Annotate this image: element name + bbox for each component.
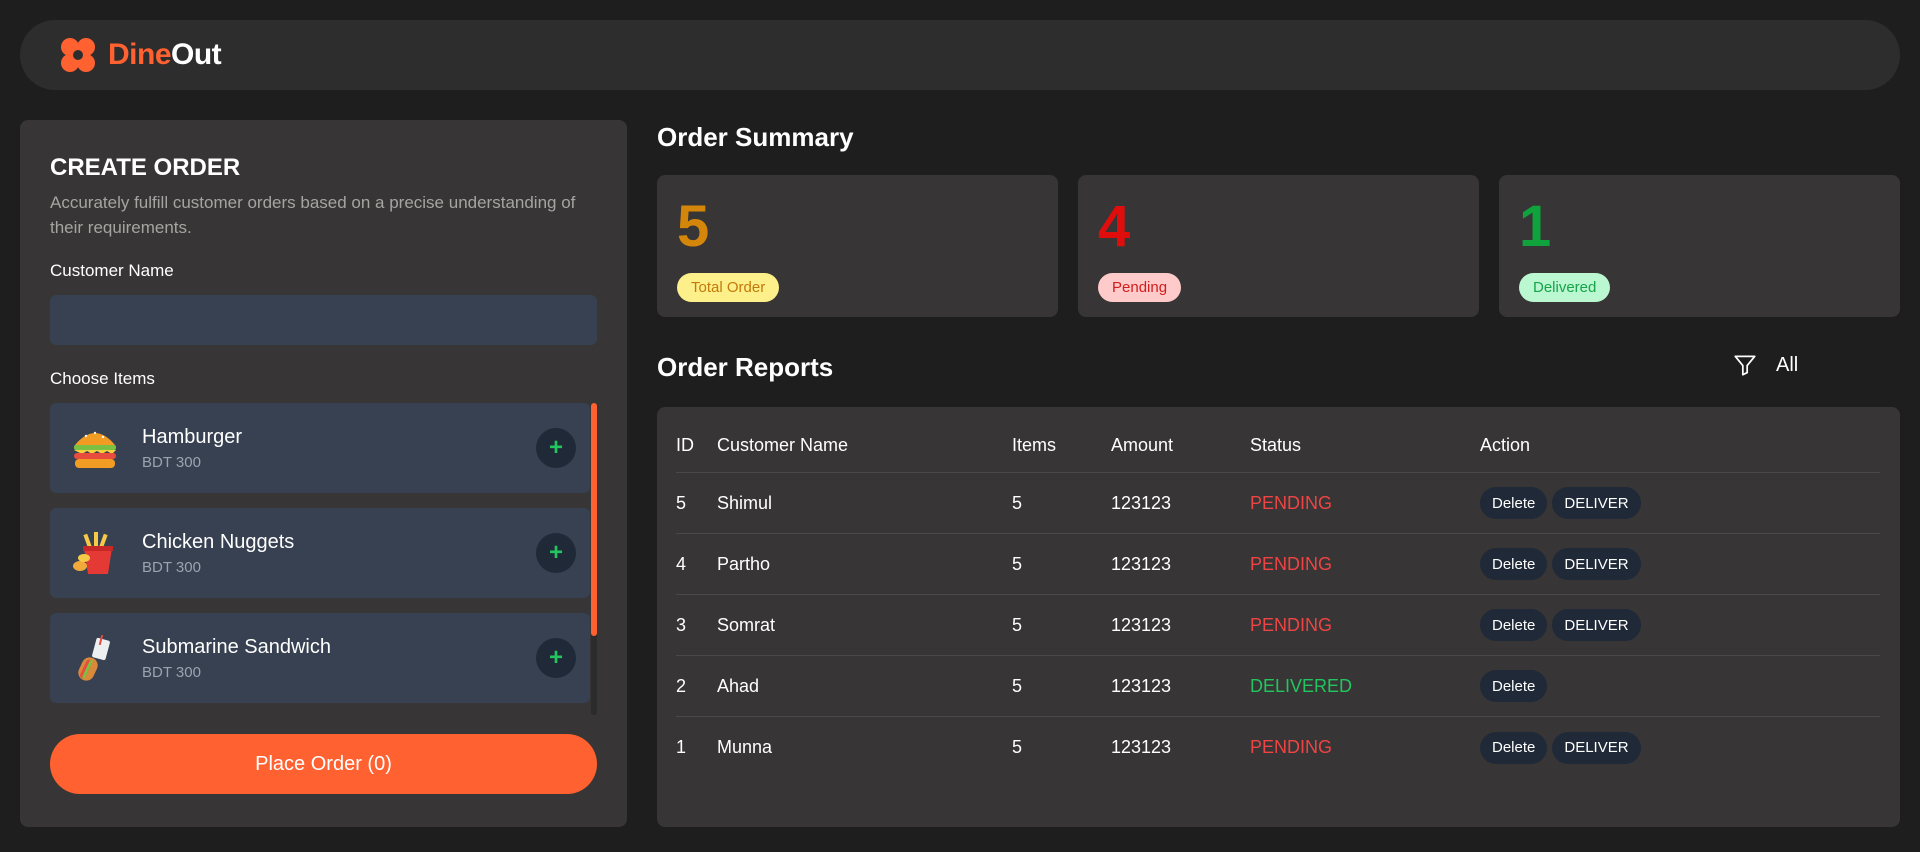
logo-text-out: Out — [171, 38, 222, 71]
total-order-count: 5 — [677, 194, 710, 259]
clover-logo-icon — [61, 38, 95, 72]
filter-icon — [1734, 355, 1756, 376]
create-order-panel: CREATE ORDER Accurately fulfill customer… — [20, 120, 627, 827]
column-header-customer-name: Customer Name — [717, 435, 849, 455]
column-header-items: Items — [1012, 435, 1057, 455]
create-order-title: CREATE ORDER — [50, 154, 241, 181]
menu-item: Hamburger BDT 300 + — [50, 403, 590, 493]
delivered-count: 1 — [1519, 194, 1552, 259]
order-status: PENDING — [1250, 737, 1333, 757]
item-count: 5 — [1012, 737, 1023, 757]
deliver-button[interactable]: DELIVER — [1552, 731, 1641, 764]
item-name: Hamburger — [142, 425, 243, 448]
delete-button[interactable]: Delete — [1480, 731, 1548, 764]
add-item-button[interactable]: + — [536, 428, 576, 468]
order-reports-table: ID Customer Name Items Amount Status Act… — [657, 407, 1900, 827]
logo[interactable]: DineOut — [58, 35, 222, 75]
top-navbar: DineOut — [20, 20, 1900, 90]
summary-card-total: 5 Total Order — [657, 175, 1058, 317]
add-item-button[interactable]: + — [536, 638, 576, 678]
customer-name: Partho — [717, 553, 771, 574]
logo-text-dine: Dine — [108, 38, 172, 71]
order-amount: 123123 — [1111, 492, 1172, 513]
total-order-badge: Total Order — [677, 273, 780, 302]
order-reports-title: Order Reports — [657, 352, 834, 382]
items-list[interactable]: Hamburger BDT 300 + Chicken Nuggets BDT … — [50, 403, 597, 715]
deliver-button[interactable]: DELIVER — [1552, 487, 1641, 519]
deliver-button[interactable]: DELIVER — [1552, 548, 1641, 580]
order-amount: 123123 — [1111, 675, 1172, 696]
customer-name: Ahad — [717, 675, 760, 696]
customer-name-label: Customer Name — [50, 261, 174, 280]
order-id: 3 — [676, 614, 687, 635]
table-row: 2 Ahad 5 123123 DELIVERED Delete — [676, 656, 1880, 717]
menu-item: Submarine Sandwich BDT 300 + — [50, 613, 590, 703]
choose-items-label: Choose Items — [50, 369, 155, 388]
delete-button[interactable]: Delete — [1480, 670, 1548, 702]
table-header-row: ID Customer Name Items Amount Status Act… — [676, 419, 1880, 473]
sandwich-icon — [68, 631, 122, 685]
item-name: Chicken Nuggets — [142, 530, 295, 553]
column-header-action: Action — [1480, 435, 1531, 455]
table-row: 3 Somrat 5 123123 PENDING Delete DELIVER — [676, 595, 1880, 656]
customer-name: Shimul — [717, 492, 773, 513]
order-status: PENDING — [1250, 492, 1333, 513]
order-id: 4 — [676, 553, 687, 574]
hamburger-icon — [68, 421, 122, 475]
delete-button[interactable]: Delete — [1480, 548, 1548, 580]
pending-count: 4 — [1098, 194, 1131, 259]
item-name: Submarine Sandwich — [142, 635, 331, 658]
order-id: 5 — [676, 492, 687, 513]
column-header-id: ID — [676, 435, 694, 455]
order-summary-title: Order Summary — [657, 122, 854, 152]
order-amount: 123123 — [1111, 737, 1172, 757]
filter-label: All — [1776, 353, 1799, 376]
items-scrollbar-thumb[interactable] — [591, 403, 597, 636]
customer-name: Munna — [717, 737, 773, 757]
order-id: 2 — [676, 675, 687, 696]
chicken-nuggets-icon — [68, 526, 122, 580]
status-filter[interactable]: All — [1732, 352, 1798, 378]
order-amount: 123123 — [1111, 553, 1172, 574]
delete-button[interactable]: Delete — [1480, 609, 1548, 641]
add-item-button[interactable]: + — [536, 533, 576, 573]
place-order-button[interactable]: Place Order (0) — [50, 734, 597, 794]
order-status: PENDING — [1250, 553, 1333, 574]
summary-card-pending: 4 Pending — [1078, 175, 1479, 317]
order-status: PENDING — [1250, 614, 1333, 635]
deliver-button[interactable]: DELIVER — [1552, 609, 1641, 641]
item-count: 5 — [1012, 492, 1023, 513]
logo-text: DineOut — [108, 38, 222, 72]
item-count: 5 — [1012, 675, 1023, 696]
order-amount: 123123 — [1111, 614, 1172, 635]
column-header-status: Status — [1250, 435, 1302, 455]
item-price: BDT 300 — [142, 663, 201, 681]
item-price: BDT 300 — [142, 453, 201, 471]
item-count: 5 — [1012, 614, 1023, 635]
menu-item: Chicken Nuggets BDT 300 + — [50, 508, 590, 598]
item-count: 5 — [1012, 553, 1023, 574]
table-row: 1 Munna 5 123123 PENDING Delete DELIVER — [676, 717, 1880, 778]
table-row: 4 Partho 5 123123 PENDING Delete DELIVER — [676, 534, 1880, 595]
delete-button[interactable]: Delete — [1480, 487, 1548, 519]
table-row: 5 Shimul 5 123123 PENDING Delete DELIVER — [676, 473, 1880, 534]
pending-badge: Pending — [1098, 273, 1182, 302]
order-id: 1 — [676, 737, 687, 757]
column-header-amount: Amount — [1111, 435, 1174, 455]
summary-card-delivered: 1 Delivered — [1499, 175, 1900, 317]
customer-name: Somrat — [717, 614, 776, 635]
item-price: BDT 300 — [142, 558, 201, 576]
create-order-description: Accurately fulfill customer orders based… — [50, 193, 576, 237]
customer-name-input[interactable] — [50, 295, 597, 345]
delivered-badge: Delivered — [1519, 273, 1611, 302]
order-status: DELIVERED — [1250, 675, 1353, 696]
